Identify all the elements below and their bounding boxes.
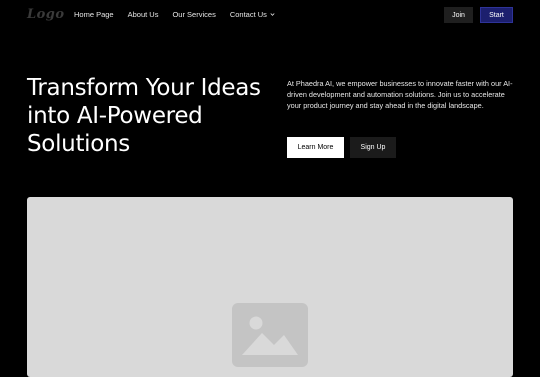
nav-link-home-page[interactable]: Home Page <box>74 10 114 19</box>
chevron-down-icon <box>270 13 275 16</box>
nav-link-our-services[interactable]: Our Services <box>172 10 215 19</box>
learn-more-button[interactable]: Learn More <box>287 137 344 158</box>
logo[interactable]: Logo <box>27 7 65 22</box>
image-placeholder-icon <box>232 303 308 367</box>
nav-links: Home Page About Us Our Services Contact … <box>74 10 275 19</box>
hero-media-placeholder <box>27 197 513 377</box>
hero-headline: Transform Your Ideas into AI-Powered Sol… <box>27 75 261 157</box>
hero-description: At Phaedra AI, we empower businesses to … <box>287 79 513 110</box>
sign-up-button[interactable]: Sign Up <box>350 137 396 158</box>
nav-link-contact-us-label: Contact Us <box>229 10 267 19</box>
join-button[interactable]: Join <box>444 7 473 23</box>
start-button[interactable]: Start <box>480 7 513 23</box>
top-navbar: Logo Home Page About Us Our Services Con… <box>0 0 540 30</box>
nav-link-about-us[interactable]: About Us <box>128 10 159 19</box>
nav-link-contact-us[interactable]: Contact Us <box>230 10 275 19</box>
